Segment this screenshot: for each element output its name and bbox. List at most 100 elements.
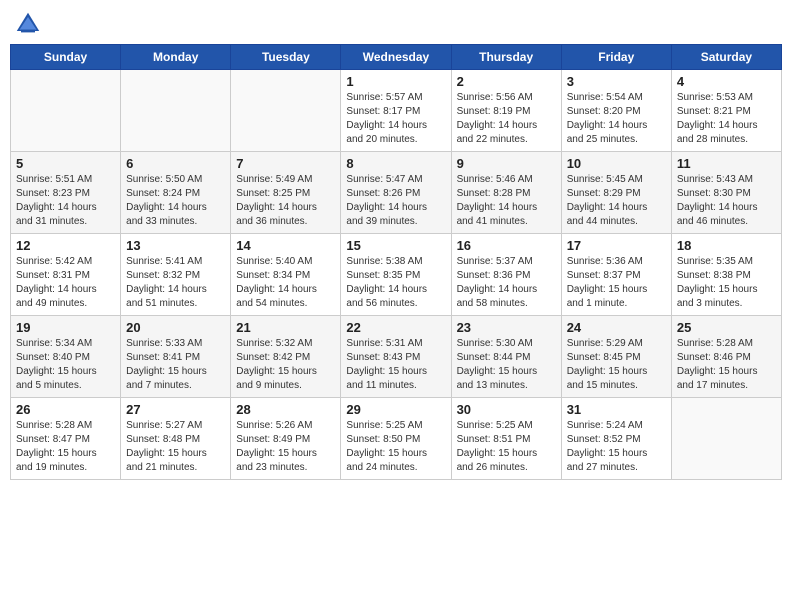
day-info: Sunrise: 5:56 AM Sunset: 8:19 PM Dayligh…	[457, 91, 556, 147]
day-number: 22	[346, 320, 445, 335]
day-info: Sunrise: 5:43 AM Sunset: 8:30 PM Dayligh…	[677, 173, 776, 229]
calendar-day-cell: 7 Sunrise: 5:49 AM Sunset: 8:25 PM Daylig…	[231, 152, 341, 234]
calendar-header-row: SundayMondayTuesdayWednesdayThursdayFrid…	[11, 45, 782, 70]
page-header	[10, 10, 782, 38]
day-number: 27	[126, 402, 225, 417]
day-number: 28	[236, 402, 335, 417]
calendar-day-cell: 9 Sunrise: 5:46 AM Sunset: 8:28 PM Daylig…	[451, 152, 561, 234]
day-header-wednesday: Wednesday	[341, 45, 451, 70]
day-number: 24	[567, 320, 666, 335]
day-number: 29	[346, 402, 445, 417]
calendar-day-cell	[121, 70, 231, 152]
day-number: 16	[457, 238, 556, 253]
calendar-day-cell: 4 Sunrise: 5:53 AM Sunset: 8:21 PM Daylig…	[671, 70, 781, 152]
day-header-sunday: Sunday	[11, 45, 121, 70]
day-info: Sunrise: 5:24 AM Sunset: 8:52 PM Dayligh…	[567, 419, 666, 475]
day-number: 30	[457, 402, 556, 417]
day-header-thursday: Thursday	[451, 45, 561, 70]
day-number: 26	[16, 402, 115, 417]
day-info: Sunrise: 5:57 AM Sunset: 8:17 PM Dayligh…	[346, 91, 445, 147]
logo-icon	[14, 10, 42, 38]
day-number: 25	[677, 320, 776, 335]
day-number: 8	[346, 156, 445, 171]
day-header-tuesday: Tuesday	[231, 45, 341, 70]
day-number: 18	[677, 238, 776, 253]
calendar-week-row: 19 Sunrise: 5:34 AM Sunset: 8:40 PM Dayli…	[11, 316, 782, 398]
day-number: 31	[567, 402, 666, 417]
day-info: Sunrise: 5:35 AM Sunset: 8:38 PM Dayligh…	[677, 255, 776, 311]
day-info: Sunrise: 5:32 AM Sunset: 8:42 PM Dayligh…	[236, 337, 335, 393]
day-info: Sunrise: 5:29 AM Sunset: 8:45 PM Dayligh…	[567, 337, 666, 393]
day-number: 23	[457, 320, 556, 335]
day-info: Sunrise: 5:28 AM Sunset: 8:47 PM Dayligh…	[16, 419, 115, 475]
calendar-day-cell: 23 Sunrise: 5:30 AM Sunset: 8:44 PM Dayli…	[451, 316, 561, 398]
day-number: 17	[567, 238, 666, 253]
day-info: Sunrise: 5:42 AM Sunset: 8:31 PM Dayligh…	[16, 255, 115, 311]
day-number: 5	[16, 156, 115, 171]
day-info: Sunrise: 5:26 AM Sunset: 8:49 PM Dayligh…	[236, 419, 335, 475]
calendar-day-cell	[11, 70, 121, 152]
calendar-day-cell: 27 Sunrise: 5:27 AM Sunset: 8:48 PM Dayli…	[121, 398, 231, 480]
calendar-day-cell: 11 Sunrise: 5:43 AM Sunset: 8:30 PM Dayli…	[671, 152, 781, 234]
calendar-day-cell: 2Sunrise: 5:56 AM Sunset: 8:19 PM Daylig…	[451, 70, 561, 152]
day-info: Sunrise: 5:41 AM Sunset: 8:32 PM Dayligh…	[126, 255, 225, 311]
calendar-week-row: 12 Sunrise: 5:42 AM Sunset: 8:31 PM Dayli…	[11, 234, 782, 316]
day-info: Sunrise: 5:40 AM Sunset: 8:34 PM Dayligh…	[236, 255, 335, 311]
calendar-day-cell: 31 Sunrise: 5:24 AM Sunset: 8:52 PM Dayli…	[561, 398, 671, 480]
day-number: 14	[236, 238, 335, 253]
calendar-day-cell: 13 Sunrise: 5:41 AM Sunset: 8:32 PM Dayli…	[121, 234, 231, 316]
calendar-day-cell	[671, 398, 781, 480]
day-header-friday: Friday	[561, 45, 671, 70]
day-info: Sunrise: 5:53 AM Sunset: 8:21 PM Dayligh…	[677, 91, 776, 147]
calendar-day-cell: 5 Sunrise: 5:51 AM Sunset: 8:23 PM Daylig…	[11, 152, 121, 234]
day-number: 15	[346, 238, 445, 253]
calendar-day-cell: 25 Sunrise: 5:28 AM Sunset: 8:46 PM Dayli…	[671, 316, 781, 398]
calendar-day-cell: 15Sunrise: 5:38 AM Sunset: 8:35 PM Dayli…	[341, 234, 451, 316]
calendar-day-cell: 24 Sunrise: 5:29 AM Sunset: 8:45 PM Dayli…	[561, 316, 671, 398]
day-info: Sunrise: 5:37 AM Sunset: 8:36 PM Dayligh…	[457, 255, 556, 311]
day-number: 21	[236, 320, 335, 335]
day-number: 1	[346, 74, 445, 89]
calendar-day-cell: 12 Sunrise: 5:42 AM Sunset: 8:31 PM Dayli…	[11, 234, 121, 316]
calendar-week-row: 1 Sunrise: 5:57 AM Sunset: 8:17 PM Daylig…	[11, 70, 782, 152]
day-info: Sunrise: 5:51 AM Sunset: 8:23 PM Dayligh…	[16, 173, 115, 229]
day-header-monday: Monday	[121, 45, 231, 70]
day-info: Sunrise: 5:50 AM Sunset: 8:24 PM Dayligh…	[126, 173, 225, 229]
day-info: Sunrise: 5:30 AM Sunset: 8:44 PM Dayligh…	[457, 337, 556, 393]
calendar-day-cell: 6 Sunrise: 5:50 AM Sunset: 8:24 PM Daylig…	[121, 152, 231, 234]
day-number: 10	[567, 156, 666, 171]
day-info: Sunrise: 5:46 AM Sunset: 8:28 PM Dayligh…	[457, 173, 556, 229]
calendar-day-cell: 22Sunrise: 5:31 AM Sunset: 8:43 PM Dayli…	[341, 316, 451, 398]
calendar-day-cell: 14 Sunrise: 5:40 AM Sunset: 8:34 PM Dayli…	[231, 234, 341, 316]
day-number: 12	[16, 238, 115, 253]
day-number: 6	[126, 156, 225, 171]
day-number: 11	[677, 156, 776, 171]
day-info: Sunrise: 5:49 AM Sunset: 8:25 PM Dayligh…	[236, 173, 335, 229]
calendar-day-cell: 20 Sunrise: 5:33 AM Sunset: 8:41 PM Dayli…	[121, 316, 231, 398]
day-number: 13	[126, 238, 225, 253]
day-number: 3	[567, 74, 666, 89]
calendar-day-cell: 18 Sunrise: 5:35 AM Sunset: 8:38 PM Dayli…	[671, 234, 781, 316]
day-number: 19	[16, 320, 115, 335]
day-number: 7	[236, 156, 335, 171]
day-info: Sunrise: 5:28 AM Sunset: 8:46 PM Dayligh…	[677, 337, 776, 393]
calendar-day-cell	[231, 70, 341, 152]
day-number: 9	[457, 156, 556, 171]
calendar-table: SundayMondayTuesdayWednesdayThursdayFrid…	[10, 44, 782, 480]
day-number: 20	[126, 320, 225, 335]
day-info: Sunrise: 5:54 AM Sunset: 8:20 PM Dayligh…	[567, 91, 666, 147]
day-number: 4	[677, 74, 776, 89]
calendar-day-cell: 8Sunrise: 5:47 AM Sunset: 8:26 PM Daylig…	[341, 152, 451, 234]
day-info: Sunrise: 5:33 AM Sunset: 8:41 PM Dayligh…	[126, 337, 225, 393]
calendar-day-cell: 19 Sunrise: 5:34 AM Sunset: 8:40 PM Dayli…	[11, 316, 121, 398]
day-info: Sunrise: 5:34 AM Sunset: 8:40 PM Dayligh…	[16, 337, 115, 393]
day-info: Sunrise: 5:27 AM Sunset: 8:48 PM Dayligh…	[126, 419, 225, 475]
calendar-day-cell: 21 Sunrise: 5:32 AM Sunset: 8:42 PM Dayli…	[231, 316, 341, 398]
day-info: Sunrise: 5:25 AM Sunset: 8:51 PM Dayligh…	[457, 419, 556, 475]
calendar-day-cell: 10 Sunrise: 5:45 AM Sunset: 8:29 PM Dayli…	[561, 152, 671, 234]
calendar-week-row: 26 Sunrise: 5:28 AM Sunset: 8:47 PM Dayli…	[11, 398, 782, 480]
calendar-week-row: 5 Sunrise: 5:51 AM Sunset: 8:23 PM Daylig…	[11, 152, 782, 234]
day-header-saturday: Saturday	[671, 45, 781, 70]
calendar-day-cell: 3 Sunrise: 5:54 AM Sunset: 8:20 PM Daylig…	[561, 70, 671, 152]
day-info: Sunrise: 5:45 AM Sunset: 8:29 PM Dayligh…	[567, 173, 666, 229]
